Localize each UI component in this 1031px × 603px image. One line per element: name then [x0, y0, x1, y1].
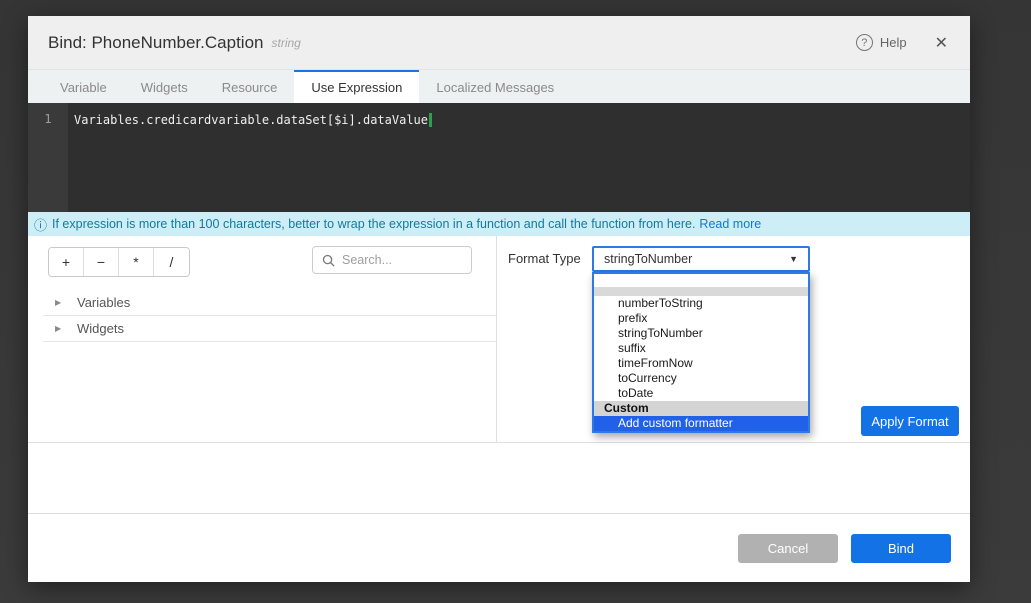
dialog-type-label: string — [271, 36, 300, 50]
bind-dialog: Bind: PhoneNumber.Caption string ? Help … — [28, 16, 970, 582]
caret-right-icon: ▶ — [55, 298, 77, 307]
format-type-select[interactable]: stringToNumber ▼ — [592, 246, 810, 272]
tree-item-label: Variables — [77, 295, 130, 310]
operator-group: + − * / — [48, 247, 190, 277]
dialog-footer: Cancel Bind — [28, 513, 970, 582]
format-type-label: Format Type — [508, 246, 581, 272]
caret-right-icon: ▶ — [55, 324, 77, 333]
selected-format-value: stringToNumber — [604, 252, 692, 266]
info-text: If expression is more than 100 character… — [52, 217, 695, 231]
tab-widgets[interactable]: Widgets — [124, 70, 205, 103]
dropdown-option-add-custom-formatter[interactable]: Add custom formatter — [594, 416, 808, 431]
dropdown-group-custom: Custom — [594, 401, 808, 416]
read-more-link[interactable]: Read more — [699, 217, 761, 231]
cancel-button[interactable]: Cancel — [738, 534, 838, 563]
tab-resource[interactable]: Resource — [205, 70, 295, 103]
minus-operator-button[interactable]: − — [84, 248, 119, 276]
tree-item-label: Widgets — [77, 321, 124, 336]
dropdown-blank-option-highlighted[interactable] — [594, 287, 808, 296]
info-bar: ⓘ If expression is more than 100 charact… — [28, 212, 970, 236]
dropdown-option-stringtonumber[interactable]: stringToNumber — [594, 326, 808, 341]
search-box — [312, 246, 472, 274]
multiply-operator-button[interactable]: * — [119, 248, 154, 276]
dropdown-option-tocurrency[interactable]: toCurrency — [594, 371, 808, 386]
plus-operator-button[interactable]: + — [49, 248, 84, 276]
dropdown-option-timefromnow[interactable]: timeFromNow — [594, 356, 808, 371]
expression-code: Variables.credicardvariable.dataSet[$i].… — [74, 113, 428, 127]
dropdown-option-numbertostring[interactable]: numberToString — [594, 296, 808, 311]
close-icon[interactable]: ✕ — [933, 33, 950, 53]
builder-panels: + − * / ▶ Variables ▶ Widgets — [28, 236, 970, 443]
dropdown-blank-option[interactable] — [594, 274, 808, 287]
tree-item-widgets[interactable]: ▶ Widgets — [43, 316, 496, 342]
search-icon — [322, 254, 335, 267]
expression-editor[interactable]: 1 Variables.credicardvariable.dataSet[$i… — [28, 103, 970, 212]
empty-area — [28, 443, 970, 513]
dropdown-arrow-icon: ▼ — [789, 254, 798, 264]
line-number: 1 — [44, 112, 51, 126]
search-input[interactable] — [342, 253, 471, 267]
editor-code-area[interactable]: Variables.credicardvariable.dataSet[$i].… — [68, 103, 432, 212]
header-actions: ? Help ✕ — [856, 33, 950, 53]
tab-use-expression[interactable]: Use Expression — [294, 70, 419, 103]
format-panel: Format Type stringToNumber ▼ numberToStr… — [497, 236, 970, 442]
dropdown-option-todate[interactable]: toDate — [594, 386, 808, 401]
editor-gutter: 1 — [28, 103, 68, 212]
help-icon: ? — [856, 34, 873, 51]
dialog-header: Bind: PhoneNumber.Caption string ? Help … — [28, 16, 970, 70]
format-dropdown-list: numberToString prefix stringToNumber suf… — [592, 272, 810, 433]
help-label: Help — [880, 35, 907, 50]
tree-item-variables[interactable]: ▶ Variables — [43, 290, 496, 316]
tab-variable[interactable]: Variable — [43, 70, 124, 103]
text-cursor — [429, 113, 432, 127]
tab-localized-messages[interactable]: Localized Messages — [419, 70, 571, 103]
tab-bar: Variable Widgets Resource Use Expression… — [28, 70, 970, 103]
dropdown-option-suffix[interactable]: suffix — [594, 341, 808, 356]
binding-tree: ▶ Variables ▶ Widgets — [43, 290, 496, 342]
dropdown-option-prefix[interactable]: prefix — [594, 311, 808, 326]
expression-builder-panel: + − * / ▶ Variables ▶ Widgets — [28, 236, 497, 442]
info-icon: ⓘ — [34, 215, 47, 234]
bind-button[interactable]: Bind — [851, 534, 951, 563]
divide-operator-button[interactable]: / — [154, 248, 189, 276]
dialog-title: Bind: PhoneNumber.Caption — [48, 33, 263, 53]
help-button[interactable]: ? Help — [856, 34, 907, 51]
apply-format-button[interactable]: Apply Format — [861, 406, 959, 436]
